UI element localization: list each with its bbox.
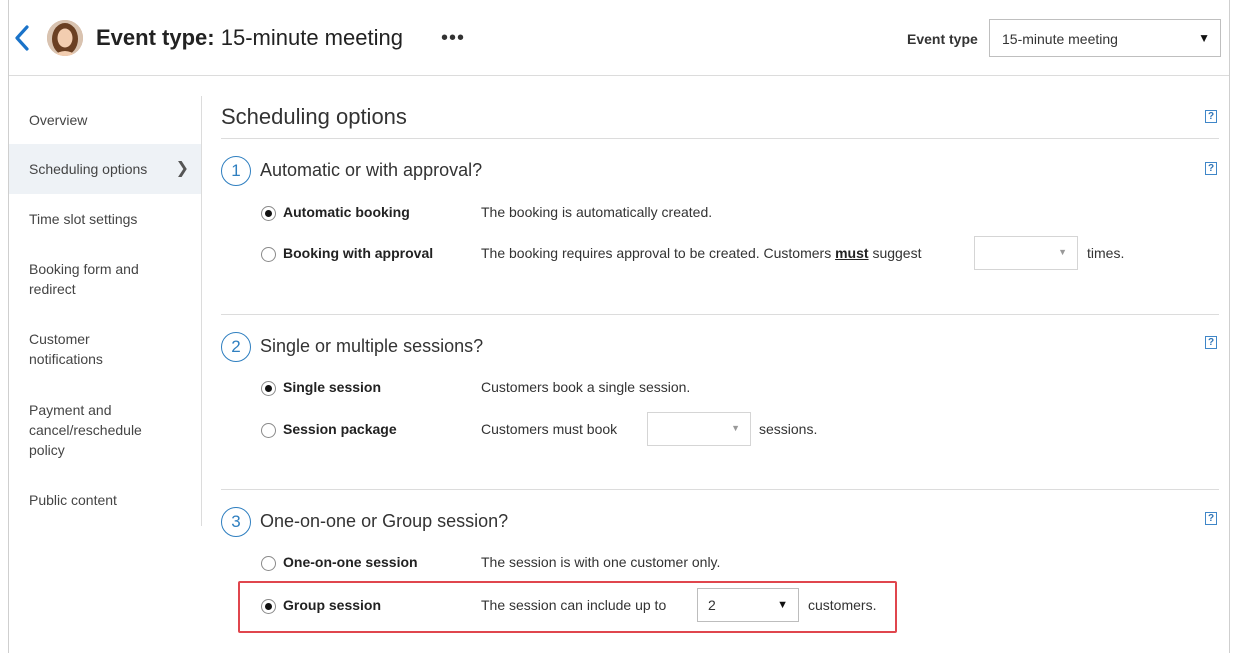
option-description: Customers must book bbox=[481, 421, 618, 437]
radio-selected-icon[interactable] bbox=[261, 599, 276, 614]
option-description: The booking requires approval to be crea… bbox=[481, 245, 921, 261]
option-label: Booking with approval bbox=[283, 245, 434, 261]
sidebar-item-label: Time slot settings bbox=[29, 211, 138, 227]
sidebar-item-label: Scheduling options bbox=[29, 161, 148, 177]
sidebar-item-label: Customer notifications bbox=[29, 331, 103, 367]
sidebar-item-booking-form[interactable]: Booking form and redirect bbox=[9, 259, 149, 299]
suggest-times-select[interactable]: ▼ bbox=[974, 236, 1078, 270]
option-description: The session is with one customer only. bbox=[481, 554, 721, 570]
option-label: One-on-one session bbox=[283, 554, 418, 570]
group-size-select[interactable]: 2 ▼ bbox=[697, 588, 799, 622]
divider bbox=[221, 314, 1219, 315]
select-value: 2 bbox=[708, 597, 716, 613]
caret-down-icon: ▼ bbox=[1198, 31, 1210, 45]
option-label: Automatic booking bbox=[283, 204, 410, 220]
caret-down-icon: ▼ bbox=[1058, 247, 1067, 257]
sidebar-item-payment-policy[interactable]: Payment and cancel/reschedule policy bbox=[9, 400, 159, 460]
radio-unselected-icon[interactable] bbox=[261, 247, 276, 262]
step-number: 1 bbox=[221, 156, 251, 186]
option-label: Session package bbox=[283, 421, 397, 437]
sidebar-item-overview[interactable]: Overview bbox=[9, 110, 201, 130]
sidebar-item-label: Overview bbox=[29, 112, 88, 128]
caret-down-icon: ▼ bbox=[731, 423, 740, 433]
page-title-prefix: Event type: bbox=[96, 25, 215, 50]
option-description-tail: times. bbox=[1087, 245, 1125, 261]
section-title: Automatic or with approval? bbox=[260, 160, 483, 180]
sidebar: Overview Scheduling options ❯ Time slot s… bbox=[9, 96, 202, 526]
radio-unselected-icon[interactable] bbox=[261, 556, 276, 571]
radio-session-package[interactable]: Session package Customers must book bbox=[261, 420, 681, 440]
option-description-tail: sessions. bbox=[759, 421, 818, 437]
caret-down-icon: ▼ bbox=[777, 599, 788, 611]
divider bbox=[221, 489, 1219, 490]
option-description: Customers book a single session. bbox=[481, 379, 691, 395]
section-title: Single or multiple sessions? bbox=[260, 336, 484, 356]
section-heading: Scheduling options bbox=[221, 104, 407, 129]
app-frame: Event type: 15-minute meeting ••• Event … bbox=[8, 0, 1230, 653]
help-icon[interactable]: ? bbox=[1205, 336, 1217, 349]
option-description-tail: customers. bbox=[808, 597, 877, 613]
page-title-value: 15-minute meeting bbox=[220, 25, 403, 50]
sidebar-item-label: Booking form and redirect bbox=[29, 261, 139, 297]
option-description: The booking is automatically created. bbox=[481, 204, 713, 220]
help-icon[interactable]: ? bbox=[1205, 512, 1217, 525]
step-number: 2 bbox=[221, 332, 251, 362]
chevron-right-icon: ❯ bbox=[175, 160, 189, 177]
sidebar-item-customer-notifications[interactable]: Customer notifications bbox=[9, 329, 129, 369]
help-icon[interactable]: ? bbox=[1205, 162, 1217, 175]
back-arrow-icon[interactable] bbox=[13, 24, 33, 52]
option-description: The session can include up to bbox=[481, 597, 667, 613]
sidebar-item-time-slot-settings[interactable]: Time slot settings bbox=[9, 209, 201, 229]
more-options-icon[interactable]: ••• bbox=[441, 28, 465, 48]
option-label: Group session bbox=[283, 597, 382, 613]
radio-unselected-icon[interactable] bbox=[261, 423, 276, 438]
description-text: suggest bbox=[872, 245, 922, 261]
avatar bbox=[47, 20, 83, 56]
radio-single-session[interactable]: Single session Customers book a single s… bbox=[261, 378, 761, 398]
help-icon[interactable]: ? bbox=[1205, 110, 1217, 123]
sidebar-item-public-content[interactable]: Public content bbox=[9, 490, 201, 510]
event-type-label: Event type bbox=[907, 31, 978, 47]
page-title: Event type: 15-minute meeting bbox=[96, 25, 403, 51]
radio-group-session[interactable]: Group session The session can include up… bbox=[261, 596, 701, 616]
sidebar-item-label: Payment and cancel/reschedule policy bbox=[29, 402, 142, 458]
radio-automatic-booking[interactable]: Automatic booking The booking is automat… bbox=[261, 203, 761, 223]
step-number: 3 bbox=[221, 507, 251, 537]
radio-selected-icon[interactable] bbox=[261, 381, 276, 396]
radio-one-on-one-session[interactable]: One-on-one session The session is with o… bbox=[261, 553, 801, 573]
description-text: The booking requires approval to be crea… bbox=[481, 245, 832, 261]
sidebar-item-label: Public content bbox=[29, 492, 117, 508]
divider bbox=[221, 138, 1219, 139]
sidebar-item-scheduling-options[interactable]: Scheduling options ❯ bbox=[9, 144, 201, 194]
header: Event type: 15-minute meeting ••• Event … bbox=[9, 0, 1229, 76]
section-title: One-on-one or Group session? bbox=[260, 511, 509, 531]
event-type-select[interactable]: 15-minute meeting ▼ bbox=[989, 19, 1221, 57]
event-type-select-value: 15-minute meeting bbox=[1002, 31, 1118, 47]
radio-selected-icon[interactable] bbox=[261, 206, 276, 221]
option-label: Single session bbox=[283, 379, 382, 395]
description-emphasis: must bbox=[835, 245, 869, 261]
session-count-select[interactable]: ▼ bbox=[647, 412, 751, 446]
